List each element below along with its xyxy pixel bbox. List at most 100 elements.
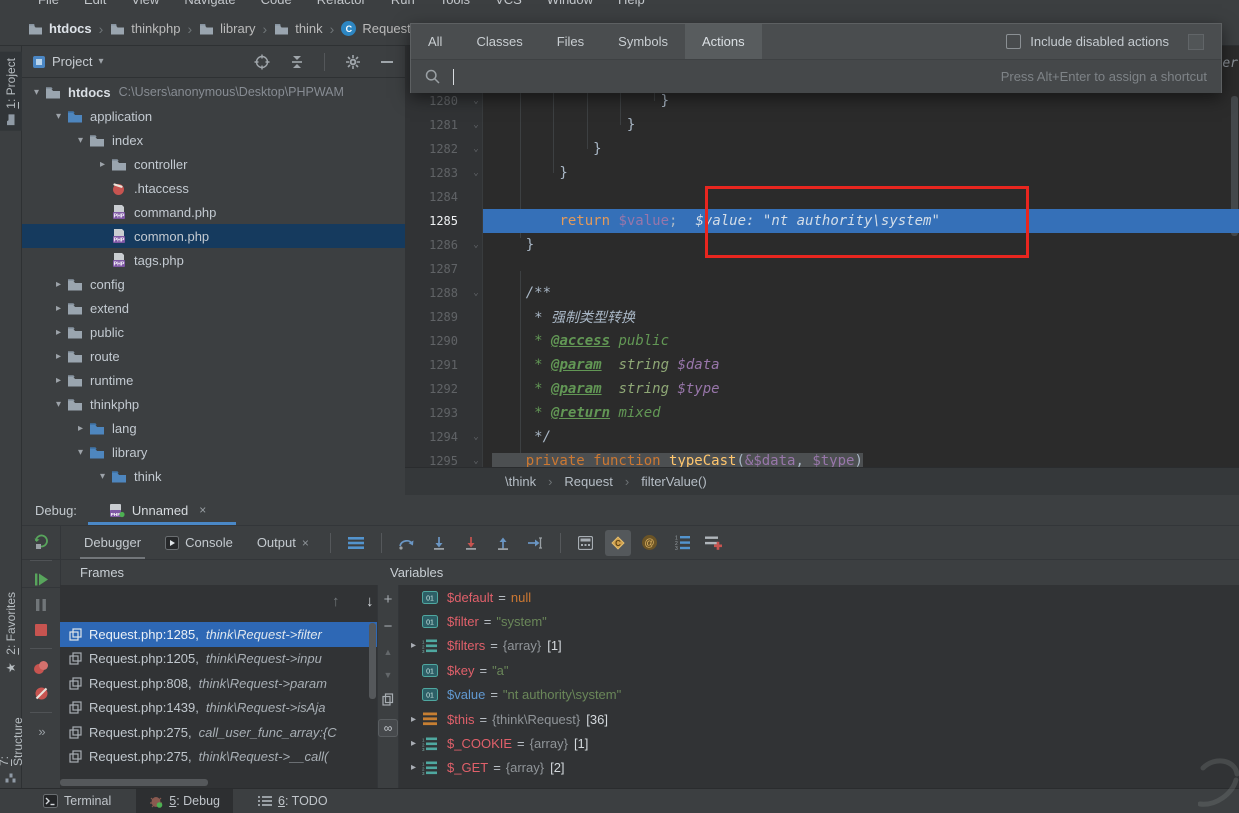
variable-row[interactable]: ▸ 123 $filters={array}[1] — [399, 634, 1239, 658]
chevron-collapsed-icon[interactable]: ▸ — [50, 303, 67, 314]
code-line[interactable]: 1290 * @access public — [405, 329, 1239, 353]
move-up-icon[interactable]: ▲ — [384, 647, 393, 657]
tree-item-command-php[interactable]: PHP command.php — [22, 200, 405, 224]
locate-file-button[interactable] — [254, 54, 270, 70]
tree-item-htaccess[interactable]: .htaccess — [22, 176, 405, 200]
pause-button[interactable] — [35, 598, 47, 612]
tab-symbols[interactable]: Symbols — [601, 24, 685, 59]
code-line[interactable]: 1292 * @param string $type — [405, 377, 1239, 401]
frame-row[interactable]: Request.php:1439,think\Request->isAja — [60, 696, 377, 721]
breadcrumb-library[interactable]: library — [199, 21, 255, 36]
variable-row[interactable]: 01 $filter="system" — [399, 609, 1239, 633]
code-line[interactable]: 1282⌄ } — [405, 137, 1239, 161]
frame-row[interactable]: Request.php:1205,think\Request->inpu — [60, 647, 377, 672]
tree-item-htdocs[interactable]: ▾ htdocs C:\Users\anonymous\Desktop\PHPW… — [22, 80, 405, 104]
chevron-collapsed-icon[interactable]: ▸ — [72, 423, 89, 434]
checkbox-unchecked-icon[interactable] — [1006, 34, 1021, 49]
expand-icon[interactable]: ▸ — [405, 738, 422, 749]
add-watch-button[interactable] — [701, 530, 727, 556]
tree-item-application[interactable]: ▾ application — [22, 104, 405, 128]
frame-row[interactable]: Request.php:1285,think\Request->filter — [60, 622, 377, 647]
step-over-button[interactable] — [394, 530, 420, 556]
stripe-tab-structure[interactable]: 7: Structure — [0, 704, 22, 788]
rerun-button[interactable] — [33, 533, 50, 549]
menu-run[interactable]: Run — [391, 0, 415, 7]
variable-row[interactable]: 01 $key="a" — [399, 658, 1239, 682]
move-down-icon[interactable]: ▼ — [384, 670, 393, 680]
menu-refactor[interactable]: Refactor — [317, 0, 366, 7]
close-icon[interactable]: × — [199, 503, 206, 517]
tree-item-common-php[interactable]: PHP common.php — [22, 224, 405, 248]
menu-file[interactable]: File — [38, 0, 59, 7]
code-line[interactable]: 1291 * @param string $data — [405, 353, 1239, 377]
chevron-collapsed-icon[interactable]: ▸ — [50, 375, 67, 386]
tab-console[interactable]: Console — [153, 526, 245, 559]
tree-item-extend[interactable]: ▸ extend — [22, 296, 405, 320]
frames-vertical-scrollbar[interactable] — [369, 623, 376, 699]
tree-item-runtime[interactable]: ▸ runtime — [22, 368, 405, 392]
chevron-collapsed-icon[interactable]: ▸ — [94, 159, 111, 170]
tree-item-public[interactable]: ▸ public — [22, 320, 405, 344]
tab-debugger[interactable]: Debugger — [72, 526, 153, 559]
close-icon[interactable]: × — [302, 536, 309, 550]
expand-icon[interactable]: ▸ — [405, 762, 422, 773]
fold-marker-icon[interactable]: ⌄ — [464, 168, 488, 178]
frame-row[interactable]: Request.php:275,call_user_func_array:{C — [60, 720, 377, 745]
statusbar-todo[interactable]: 6: TODO — [245, 789, 341, 813]
chevron-collapsed-icon[interactable]: ▸ — [50, 279, 67, 290]
crumb-method[interactable]: filterValue() — [641, 474, 707, 489]
frame-row[interactable]: Request.php:275,think\Request->__call( — [60, 745, 377, 770]
copy-icon[interactable] — [382, 693, 394, 706]
tree-item-route[interactable]: ▸ route — [22, 344, 405, 368]
more-actions-button[interactable]: » — [38, 724, 43, 739]
tree-item-tags-php[interactable]: PHP tags.php — [22, 248, 405, 272]
step-out-button[interactable] — [490, 530, 516, 556]
chevron-expanded-icon[interactable]: ▾ — [50, 399, 67, 410]
layout-menu-icon[interactable] — [343, 530, 369, 556]
chevron-expanded-icon[interactable]: ▾ — [28, 87, 45, 98]
variable-row[interactable]: ▸ 123 $_GET={array}[2] — [399, 756, 1239, 780]
chevron-collapsed-icon[interactable]: ▸ — [50, 327, 67, 338]
stripe-tab-project[interactable]: 1: Project — [0, 52, 22, 131]
view-breakpoints-button[interactable] — [33, 660, 49, 675]
evaluate-expression-button[interactable] — [573, 530, 599, 556]
add-watch-icon[interactable]: + — [384, 593, 393, 607]
force-step-into-button[interactable] — [458, 530, 484, 556]
fold-marker-icon[interactable]: ⌄ — [464, 144, 488, 154]
pin-icon[interactable] — [1188, 34, 1204, 50]
previous-frame-icon[interactable]: ↑ — [332, 593, 340, 610]
next-frame-icon[interactable]: ↓ — [366, 593, 374, 610]
breadcrumb-thinkphp[interactable]: thinkphp — [110, 21, 180, 36]
debug-session-tab[interactable]: PHP Unnamed × — [109, 502, 206, 518]
tree-item-think[interactable]: ▾ think — [22, 464, 405, 488]
collapse-all-button[interactable] — [290, 54, 304, 70]
tab-output[interactable]: Output× — [245, 526, 321, 559]
frames-horizontal-scrollbar[interactable] — [60, 779, 208, 786]
breadcrumb-think[interactable]: think — [274, 21, 322, 36]
code-editor[interactable]: 1280⌄ } 1281⌄ } 1282⌄ } 1283⌄ } 1284 128… — [405, 46, 1239, 467]
fold-marker-icon[interactable]: ⌄ — [464, 432, 488, 442]
statusbar-terminal[interactable]: Terminal — [30, 789, 124, 813]
variable-row[interactable]: ▸ $this={think\Request}[36] — [399, 707, 1239, 731]
tree-item-thinkphp[interactable]: ▾ thinkphp — [22, 392, 405, 416]
tab-files[interactable]: Files — [540, 24, 601, 59]
breadcrumb-htdocs[interactable]: htdocs — [28, 21, 92, 36]
code-line[interactable]: 1281⌄ } — [405, 113, 1239, 137]
fold-marker-icon[interactable]: ⌄ — [464, 288, 488, 298]
crumb-namespace[interactable]: \think — [505, 474, 536, 489]
mute-breakpoints-button[interactable] — [34, 686, 49, 701]
fold-marker-icon[interactable]: ⌄ — [464, 456, 488, 466]
tree-item-controller[interactable]: ▸ controller — [22, 152, 405, 176]
tree-item-index[interactable]: ▾ index — [22, 128, 405, 152]
menu-code[interactable]: Code — [261, 0, 292, 7]
expand-icon[interactable]: ▸ — [405, 714, 422, 725]
resume-button[interactable] — [34, 572, 49, 587]
variable-row[interactable]: 01 $default=null — [399, 585, 1239, 609]
fold-marker-icon[interactable]: ⌄ — [464, 96, 488, 106]
fold-marker-icon[interactable]: ⌄ — [464, 240, 488, 250]
variable-row[interactable]: ▸ 123 $_COOKIE={array}[1] — [399, 731, 1239, 755]
menu-window[interactable]: Window — [547, 0, 593, 7]
menu-view[interactable]: View — [131, 0, 159, 7]
variable-row[interactable]: 01 $value="nt authority\system" — [399, 683, 1239, 707]
menu-navigate[interactable]: Navigate — [184, 0, 235, 7]
